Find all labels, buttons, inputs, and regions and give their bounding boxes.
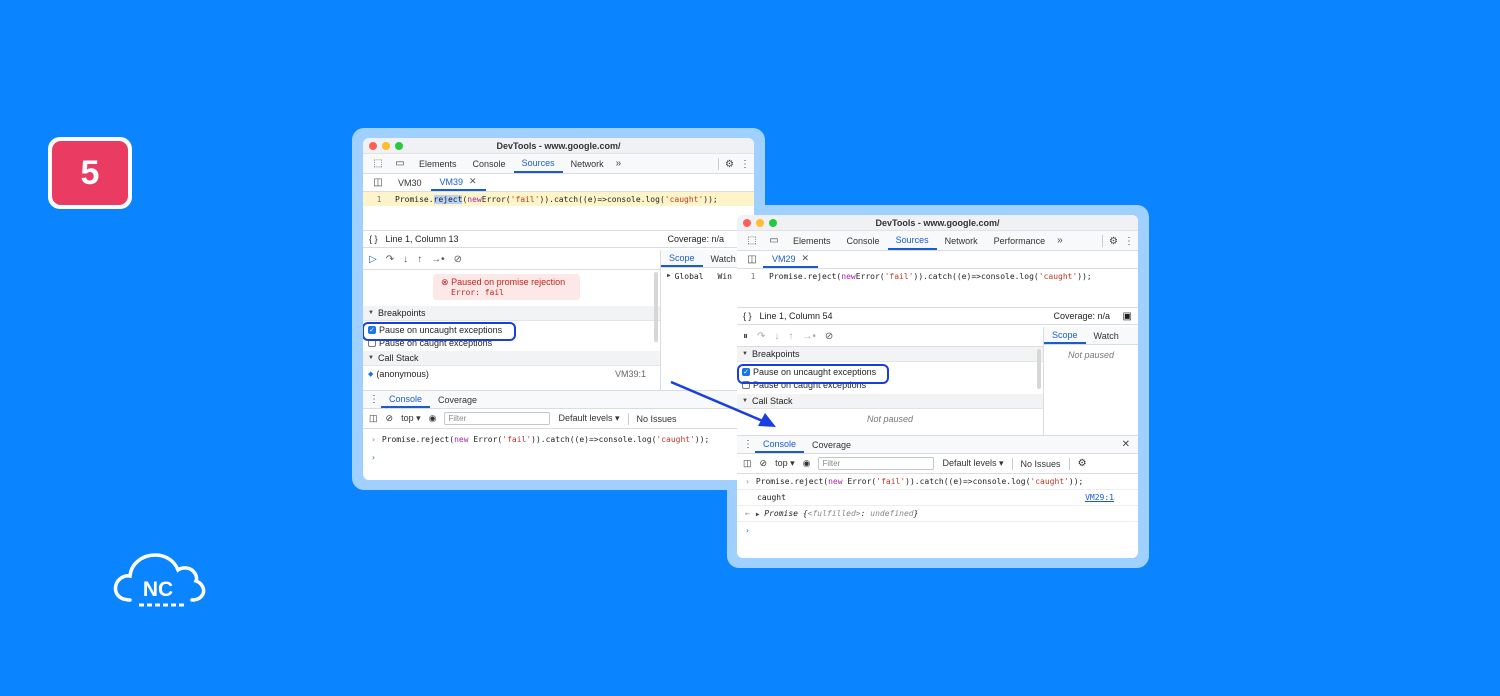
arrow-annotation	[670, 380, 776, 427]
